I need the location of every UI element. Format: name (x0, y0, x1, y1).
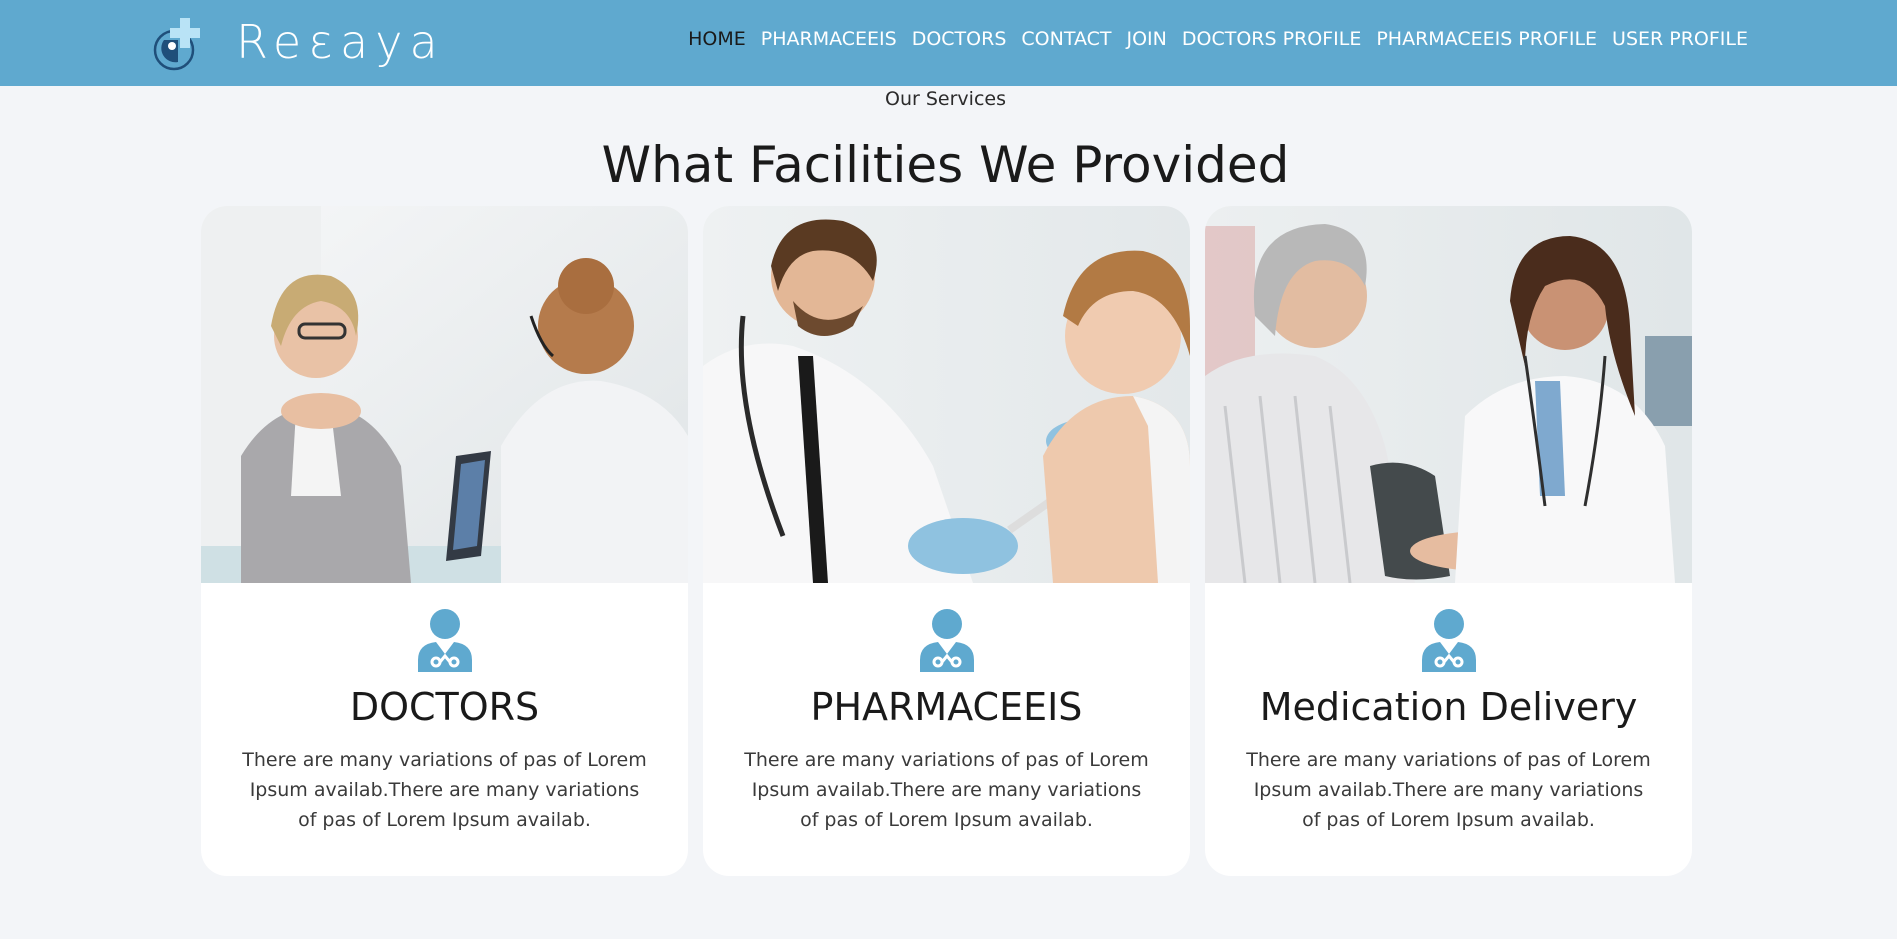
brand-name: Reɛaya (236, 15, 445, 69)
card-description: There are many variations of pas of Lore… (744, 749, 1149, 831)
service-card-pharmaceeis: PHARMACEEIS There are many variations of… (703, 206, 1190, 876)
services-cards: DOCTORS There are many variations of pas… (201, 206, 1692, 876)
main-nav: HOME PHARMACEEIS DOCTORS CONTACT JOIN DO… (688, 28, 1748, 50)
section-heading: What Facilities We Provided (601, 136, 1290, 194)
service-card-doctors: DOCTORS There are many variations of pas… (201, 206, 688, 876)
brand-logo[interactable]: Reɛaya (150, 12, 445, 72)
nav-contact[interactable]: CONTACT (1021, 28, 1111, 50)
card-description: There are many variations of pas of Lore… (1246, 749, 1651, 831)
card-title: DOCTORS (349, 685, 540, 729)
card-description: There are many variations of pas of Lore… (242, 749, 647, 831)
card-photo-consultation (201, 206, 688, 583)
nav-pharmaceeis-profile[interactable]: PHARMACEEIS PROFILE (1376, 28, 1597, 50)
service-card-medication-delivery: Medication Delivery There are many varia… (1205, 206, 1692, 876)
doctor-icon (919, 609, 974, 672)
section-subtitle: Our Services (885, 88, 1006, 110)
nav-doctors-profile[interactable]: DOCTORS PROFILE (1182, 28, 1361, 50)
navbar: Reɛaya HOME PHARMACEEIS DOCTORS CONTACT … (0, 0, 1897, 86)
doctor-icon (1421, 609, 1476, 672)
card-photo-vaccination (703, 206, 1190, 583)
medical-cross-logo-icon (153, 18, 200, 71)
card-title: PHARMACEEIS (810, 685, 1083, 729)
nav-user-profile[interactable]: USER PROFILE (1612, 28, 1748, 50)
nav-pharmaceeis[interactable]: PHARMACEEIS (761, 28, 897, 50)
card-photo-blood-pressure (1205, 206, 1692, 583)
doctor-icon (417, 609, 472, 672)
nav-home[interactable]: HOME (688, 28, 746, 50)
card-title: Medication Delivery (1259, 685, 1638, 729)
nav-join[interactable]: JOIN (1127, 28, 1167, 50)
nav-doctors[interactable]: DOCTORS (912, 28, 1007, 50)
